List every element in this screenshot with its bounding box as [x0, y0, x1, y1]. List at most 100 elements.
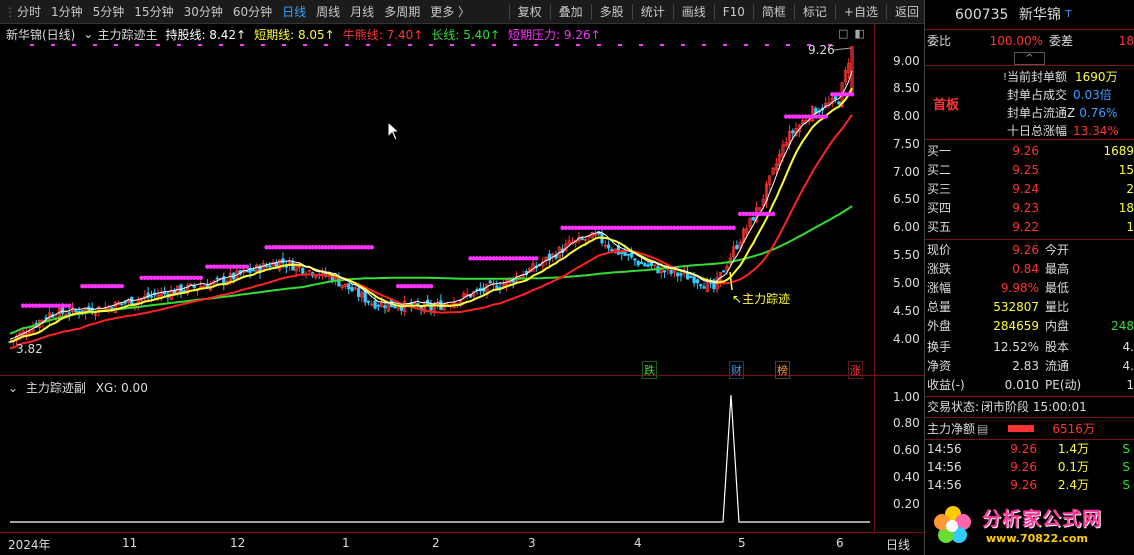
sub-indicator-name[interactable]: 主力踪迹副 — [26, 381, 86, 395]
tab-period-5min[interactable]: 5分钟 — [88, 0, 130, 24]
multi-stock-button[interactable]: 多股 — [595, 0, 629, 24]
toolbar-divider — [508, 3, 510, 20]
tab-period-30min[interactable]: 30分钟 — [179, 0, 228, 24]
signal-marker — [492, 44, 496, 46]
signal-marker — [639, 44, 643, 46]
weibi-label: 委比 — [927, 34, 952, 48]
signal-marker — [198, 44, 202, 46]
seal-deal-row: 封单占成交 0.03倍 — [1007, 86, 1112, 105]
period-switch-button[interactable]: 日线 — [886, 536, 910, 553]
tab-period-weekly[interactable]: 周线 — [311, 0, 345, 24]
time-label: 2024年 — [8, 538, 51, 552]
tab-period-60min[interactable]: 60分钟 — [228, 0, 277, 24]
indicator-settings-icon[interactable]: ⌄ — [83, 27, 93, 41]
ma-pressure-value: 短期压力: 9.26↑ — [508, 27, 601, 42]
time-label: 4 — [634, 536, 642, 550]
main-kline-chart[interactable]: 新华锦(日线) ⌄ 主力踪迹主 持股线: 8.42↑ 短期线: 8.05↑ 牛熊… — [0, 24, 924, 379]
high-price-label: 9.26 — [808, 43, 835, 57]
candle — [435, 298, 440, 309]
stat-value — [1091, 298, 1134, 317]
candle — [662, 270, 667, 279]
candle — [67, 307, 71, 321]
candle-body — [695, 279, 700, 284]
stock-period-label: 新华锦(日线) — [6, 27, 76, 42]
time-label: 3 — [528, 536, 536, 550]
sub-indicator-chart[interactable]: ⌄ 主力踪迹副 XG: 0.00 — [0, 377, 924, 532]
candle-body — [376, 304, 380, 307]
candle-body — [702, 286, 706, 289]
time-label: 11 — [122, 536, 138, 550]
candle-body — [366, 300, 371, 303]
stat-label: 总量 — [927, 300, 952, 314]
f10-button[interactable]: F10 — [718, 0, 750, 24]
stat-value: 9.26 — [1012, 243, 1039, 257]
expand-up-icon[interactable]: ^ — [1014, 52, 1045, 65]
bid-row: 买一 9.26 1689 — [925, 142, 1134, 161]
tab-period-1min[interactable]: 1分钟 — [46, 0, 88, 24]
candle — [452, 297, 456, 309]
toolbar-divider — [549, 3, 551, 20]
tab-period-fenshi[interactable]: 分时 — [12, 0, 46, 24]
signal-marker — [93, 44, 97, 46]
candle — [597, 230, 601, 237]
candle — [347, 283, 351, 295]
sub-indicator-header: ⌄ 主力踪迹副 XG: 0.00 — [8, 379, 148, 396]
main-trace-annotation: ↖主力踪迹 — [732, 290, 790, 307]
pressure-dot — [428, 283, 434, 289]
candle — [626, 253, 630, 261]
tick-volume: 0.1万 — [1057, 460, 1089, 474]
weibi-value: 100.00% — [989, 34, 1043, 48]
toolbar-divider — [752, 3, 754, 20]
candle — [564, 239, 568, 252]
signal-marker — [282, 44, 286, 46]
candle-body — [301, 267, 305, 274]
candle — [702, 282, 706, 289]
pressure-dot — [67, 303, 72, 308]
signal-marker — [387, 44, 391, 46]
candle — [764, 181, 769, 209]
candle — [630, 247, 634, 260]
mark-button[interactable]: 标记 — [798, 0, 832, 24]
quote-panel: 600735 新华锦 T 委比 100.00% 委差 18 ^ 首板 ! 当前封… — [924, 0, 1134, 555]
price-tick: 5.50 — [893, 248, 920, 262]
sub-value-axis: 1.00 0.80 0.60 0.40 0.20 — [874, 377, 924, 532]
simple-frame-button[interactable]: 简框 — [757, 0, 791, 24]
sub-tick: 0.60 — [893, 443, 920, 457]
tab-period-daily[interactable]: 日线 — [277, 0, 311, 24]
main-net-label: 主力净额 — [927, 422, 976, 436]
back-button[interactable]: 返回 — [890, 0, 924, 24]
main-net-menu-icon[interactable]: ▤ — [977, 418, 988, 439]
stat-label: 净资 — [927, 359, 952, 373]
tick-side: S — [1122, 442, 1130, 456]
tick-volume: 2.4万 — [1057, 478, 1089, 492]
candle-body — [646, 264, 650, 267]
overlay-button[interactable]: 叠加 — [554, 0, 588, 24]
stat-label: 现价 — [927, 243, 952, 257]
tab-period-monthly[interactable]: 月线 — [345, 0, 379, 24]
tab-period-multi[interactable]: 多周期 — [379, 0, 425, 24]
tab-period-more[interactable]: 更多 〉 — [425, 0, 475, 24]
tab-period-15min[interactable]: 15分钟 — [129, 0, 178, 24]
statistics-button[interactable]: 统计 — [636, 0, 670, 24]
candle — [186, 283, 190, 297]
candle — [633, 258, 637, 267]
seal-float-row: 封单占流通Z 0.76% — [1007, 104, 1117, 123]
seal-deal-label: 封单占成交 — [1007, 88, 1068, 102]
draw-line-button[interactable]: 画线 — [677, 0, 711, 24]
pressure-dot — [119, 283, 125, 289]
candle-body — [689, 275, 693, 278]
stat-row: 涨跌 0.84 最高 — [925, 260, 1134, 279]
add-watchlist-button[interactable]: +自选 — [839, 0, 883, 24]
candle — [64, 309, 68, 317]
main-net-value: 6516万 — [1052, 422, 1095, 436]
seal-float-label: 封单占流通Z — [1007, 106, 1076, 120]
sub-settings-icon[interactable]: ⌄ — [8, 381, 18, 395]
restore-icon[interactable]: ◧ — [854, 27, 864, 40]
stat-value: 248 — [1111, 319, 1134, 333]
indicator-name[interactable]: 主力踪迹主 — [97, 26, 157, 43]
signal-marker — [681, 44, 685, 46]
collapse-icon[interactable]: □ — [838, 27, 848, 40]
candle — [376, 303, 380, 311]
bid-price: 9.25 — [1012, 163, 1039, 177]
fuquan-button[interactable]: 复权 — [513, 0, 547, 24]
